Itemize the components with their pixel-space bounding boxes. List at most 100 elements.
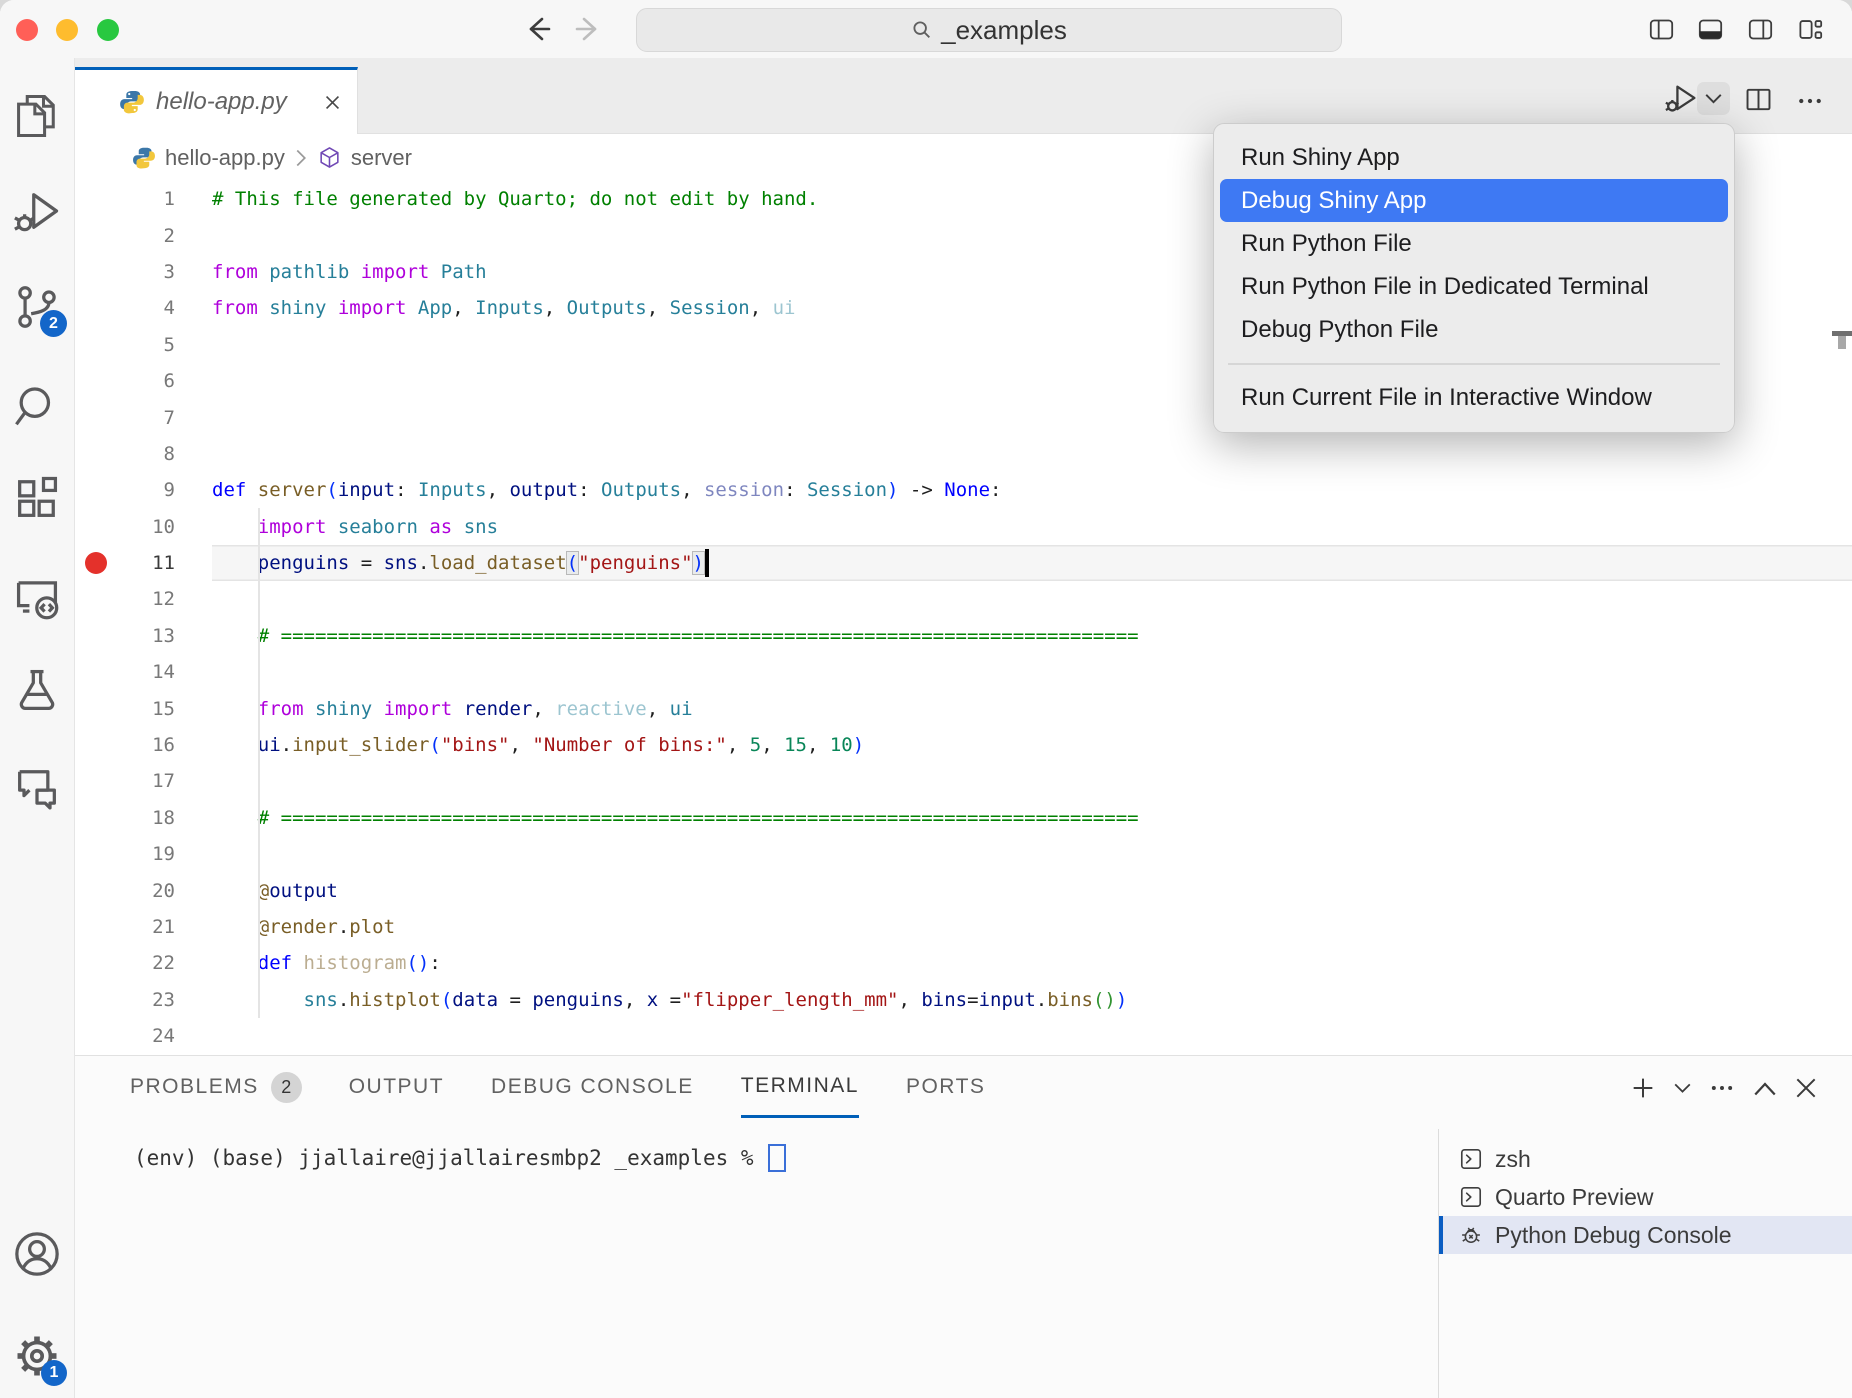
menu-item[interactable]: Run Shiny App xyxy=(1214,136,1734,179)
run-and-debug-icon[interactable] xyxy=(11,185,63,237)
code-line[interactable]: 8 xyxy=(75,436,1852,472)
terminal-profile-chevron-icon[interactable] xyxy=(1674,1082,1691,1094)
line-number: 8 xyxy=(75,443,175,465)
run-options-menu: Run Shiny AppDebug Shiny AppRun Python F… xyxy=(1213,123,1735,433)
search-sidebar-icon[interactable] xyxy=(11,381,63,433)
line-content: from shiny import render, reactive, ui xyxy=(212,690,1852,726)
line-content: penguins = sns.load_dataset("penguins") xyxy=(212,545,1852,581)
code-line[interactable]: 18 # ===================================… xyxy=(75,800,1852,836)
line-content xyxy=(212,436,1852,472)
tab-hello-app[interactable]: hello-app.py xyxy=(75,67,358,134)
zoom-window-button[interactable] xyxy=(97,19,119,41)
panel-more-actions-icon[interactable] xyxy=(1708,1074,1736,1102)
explorer-icon[interactable] xyxy=(11,90,63,142)
bottom-panel: PROBLEMS2 OUTPUT DEBUG CONSOLE TERMINAL PORT… xyxy=(75,1055,1852,1398)
panel-tabs: PROBLEMS2 OUTPUT DEBUG CONSOLE TERMINAL PORT… xyxy=(75,1056,1852,1118)
terminal-prompt: (env) (base) jjallaire@jjallairesmbp2 _e… xyxy=(134,1146,766,1170)
line-content xyxy=(212,581,1852,617)
search-icon xyxy=(911,19,933,41)
remote-explorer-icon[interactable] xyxy=(11,571,63,623)
python-icon xyxy=(132,146,156,170)
panel-tab-problems[interactable]: PROBLEMS2 xyxy=(130,1056,302,1118)
maximize-panel-icon[interactable] xyxy=(1753,1081,1777,1096)
line-number: 13 xyxy=(75,625,175,647)
line-number: 4 xyxy=(75,297,175,319)
terminal-icon xyxy=(1458,1184,1484,1210)
panel-tab-ports[interactable]: PORTS xyxy=(906,1056,985,1118)
terminal-prompt-line[interactable]: (env) (base) jjallaire@jjallairesmbp2 _e… xyxy=(134,1144,786,1172)
code-line[interactable]: 20 @output xyxy=(75,872,1852,908)
new-terminal-icon[interactable] xyxy=(1629,1074,1657,1102)
line-content xyxy=(212,654,1852,690)
code-line[interactable]: 16 ui.input_slider("bins", "Number of bi… xyxy=(75,727,1852,763)
code-line[interactable]: 24 xyxy=(75,1018,1852,1054)
breadcrumb-file[interactable]: hello-app.py xyxy=(165,145,285,171)
settings-gear-icon[interactable]: 1 xyxy=(11,1330,63,1382)
line-content: @output xyxy=(212,872,1852,908)
code-line[interactable]: 19 xyxy=(75,836,1852,872)
menu-item[interactable]: Run Python File in Dedicated Terminal xyxy=(1214,265,1734,308)
line-number: 18 xyxy=(75,807,175,829)
panel-tab-terminal[interactable]: TERMINAL xyxy=(741,1056,859,1118)
code-line[interactable]: 12 xyxy=(75,581,1852,617)
back-arrow-icon[interactable] xyxy=(522,13,554,45)
split-editor-icon[interactable] xyxy=(1743,84,1774,115)
bug-icon xyxy=(1458,1222,1484,1248)
close-tab-icon[interactable] xyxy=(323,93,342,112)
toggle-secondary-sidebar-icon[interactable] xyxy=(1747,16,1774,43)
line-number: 2 xyxy=(75,225,175,247)
debug-run-button[interactable] xyxy=(1662,79,1699,116)
minimize-window-button[interactable] xyxy=(56,19,78,41)
activity-bar: 2 1 xyxy=(0,58,75,1398)
code-line[interactable]: 13 # ===================================… xyxy=(75,618,1852,654)
chevron-right-icon xyxy=(294,148,308,168)
symbol-method-icon xyxy=(317,145,342,170)
code-line[interactable]: 23 sns.histplot(data = penguins, x ="fli… xyxy=(75,982,1852,1018)
terminal-list-item-zsh[interactable]: zsh xyxy=(1439,1140,1852,1178)
line-content: ui.input_slider("bins", "Number of bins:… xyxy=(212,727,1852,763)
search-input[interactable]: _examples xyxy=(636,8,1342,52)
line-content xyxy=(212,836,1852,872)
line-number: 3 xyxy=(75,261,175,283)
close-window-button[interactable] xyxy=(16,19,38,41)
line-number: 21 xyxy=(75,916,175,938)
forward-arrow-icon[interactable] xyxy=(572,13,604,45)
line-number: 12 xyxy=(75,588,175,610)
extensions-icon[interactable] xyxy=(11,472,63,524)
terminal-list-item-quarto-preview[interactable]: Quarto Preview xyxy=(1439,1178,1852,1216)
editor-more-actions-icon[interactable] xyxy=(1795,86,1825,116)
line-content: def server(input: Inputs, output: Output… xyxy=(212,472,1852,508)
code-line[interactable]: 17 xyxy=(75,763,1852,799)
menu-item[interactable]: Run Python File xyxy=(1214,222,1734,265)
code-line[interactable]: 10 import seaborn as sns xyxy=(75,509,1852,545)
code-line[interactable]: 11 penguins = sns.load_dataset("penguins… xyxy=(75,545,1852,581)
code-line[interactable]: 14 xyxy=(75,654,1852,690)
panel-tab-debug-console[interactable]: DEBUG CONSOLE xyxy=(491,1056,694,1118)
menu-item[interactable]: Run Current File in Interactive Window xyxy=(1214,377,1734,420)
customize-layout-icon[interactable] xyxy=(1797,16,1824,43)
toggle-panel-icon[interactable] xyxy=(1697,16,1724,43)
menu-item[interactable]: Debug Python File xyxy=(1214,308,1734,351)
line-content: sns.histplot(data = penguins, x ="flippe… xyxy=(212,982,1852,1018)
line-number: 16 xyxy=(75,734,175,756)
close-panel-icon[interactable] xyxy=(1794,1076,1818,1100)
menu-item[interactable]: Debug Shiny App xyxy=(1220,179,1728,222)
comments-icon[interactable] xyxy=(11,762,63,814)
toggle-primary-sidebar-icon[interactable] xyxy=(1648,16,1675,43)
code-line[interactable]: 22 def histogram(): xyxy=(75,945,1852,981)
breadcrumb-symbol[interactable]: server xyxy=(351,145,412,171)
terminal-list-item-python-debug-console[interactable]: Python Debug Console xyxy=(1439,1216,1852,1254)
panel-tab-output[interactable]: OUTPUT xyxy=(349,1056,444,1118)
breakpoint-dot[interactable] xyxy=(85,552,107,574)
testing-icon[interactable] xyxy=(11,664,63,716)
line-content: @render.plot xyxy=(212,909,1852,945)
source-control-icon[interactable]: 2 xyxy=(11,281,63,333)
run-options-dropdown-button[interactable] xyxy=(1697,82,1730,115)
account-icon[interactable] xyxy=(11,1228,63,1280)
code-line[interactable]: 21 @render.plot xyxy=(75,909,1852,945)
vscode-window: _examples 2 xyxy=(0,0,1852,1398)
line-number: 14 xyxy=(75,661,175,683)
code-line[interactable]: 9def server(input: Inputs, output: Outpu… xyxy=(75,472,1852,508)
python-icon xyxy=(119,89,145,115)
code-line[interactable]: 15 from shiny import render, reactive, u… xyxy=(75,690,1852,726)
